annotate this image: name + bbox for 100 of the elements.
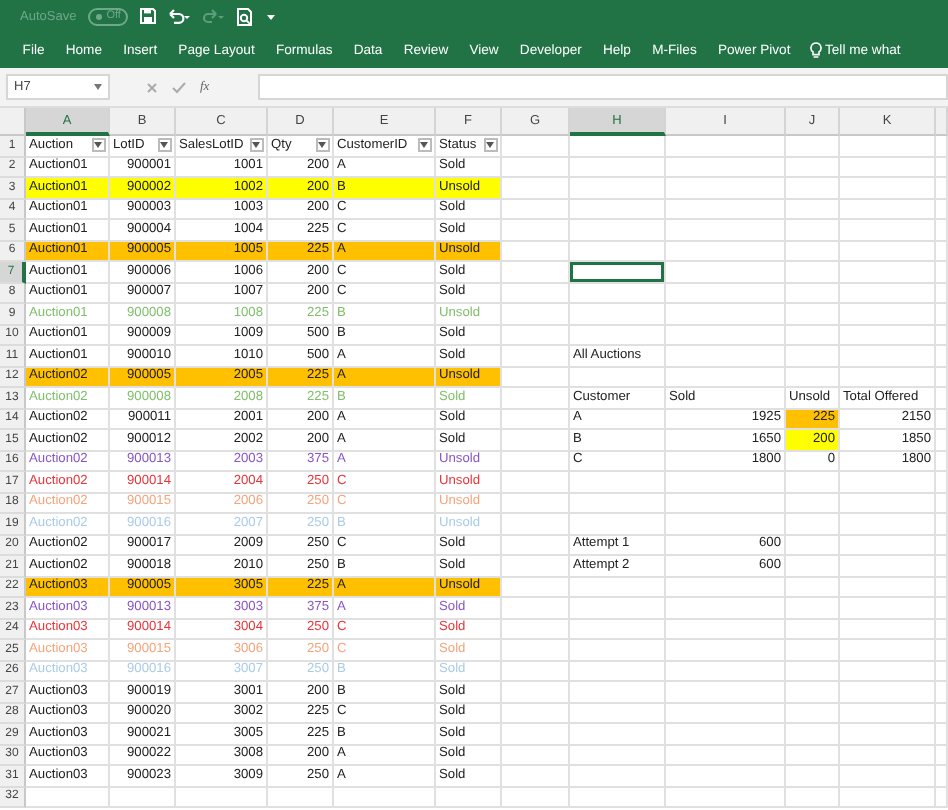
filter-button[interactable] — [249, 138, 263, 153]
check-icon[interactable] — [172, 81, 186, 93]
empty-cell — [502, 787, 570, 808]
formula-input[interactable] — [258, 74, 948, 100]
empty-cell — [840, 556, 936, 577]
empty-cell — [502, 535, 570, 556]
empty-cell — [786, 346, 840, 367]
empty-cell — [840, 262, 936, 283]
filter-button[interactable] — [91, 138, 105, 153]
empty-cell — [840, 640, 936, 661]
empty-cell — [786, 493, 840, 514]
undo-icon[interactable] — [168, 8, 191, 24]
empty-cell — [502, 220, 570, 241]
empty-cell — [786, 325, 840, 346]
empty-cell — [502, 388, 570, 409]
empty-cell — [840, 220, 936, 241]
empty-cell — [570, 703, 666, 724]
empty-cell — [840, 535, 936, 556]
empty-cell — [570, 367, 666, 388]
empty-cell — [786, 535, 840, 556]
empty-cell — [570, 157, 666, 178]
empty-cell — [502, 430, 570, 451]
empty-cell — [786, 766, 840, 787]
empty-cell — [570, 766, 666, 787]
empty-cell — [502, 451, 570, 472]
empty-cell — [840, 283, 936, 304]
empty-cell — [570, 220, 666, 241]
empty-cell — [570, 472, 666, 493]
filter-button[interactable] — [315, 138, 329, 153]
empty-cell — [110, 787, 176, 808]
empty-cell — [786, 598, 840, 619]
empty-cell — [502, 766, 570, 787]
empty-cell — [176, 787, 268, 808]
empty-cell — [666, 577, 786, 598]
lightbulb-icon — [809, 42, 821, 58]
empty-cell — [666, 241, 786, 262]
empty-cell — [502, 661, 570, 682]
filter-button[interactable] — [417, 138, 431, 153]
empty-cell — [502, 556, 570, 577]
empty-cell — [840, 619, 936, 640]
empty-cell — [570, 682, 666, 703]
empty-cell — [570, 136, 666, 157]
empty-cell — [666, 472, 786, 493]
empty-cell — [666, 703, 786, 724]
empty-cell — [570, 619, 666, 640]
empty-cell — [840, 136, 936, 157]
empty-cell — [570, 640, 666, 661]
empty-cell — [666, 283, 786, 304]
empty-cell — [570, 577, 666, 598]
empty-cell — [840, 661, 936, 682]
empty-cell — [666, 157, 786, 178]
empty-cell — [786, 367, 840, 388]
filter-button[interactable] — [157, 138, 171, 153]
empty-cell — [502, 346, 570, 367]
empty-cell — [502, 157, 570, 178]
empty-cell — [666, 640, 786, 661]
empty-cell — [666, 304, 786, 325]
empty-cell — [666, 346, 786, 367]
customize-caret-icon[interactable] — [266, 11, 277, 21]
empty-cell — [786, 682, 840, 703]
empty-cell — [840, 787, 936, 808]
empty-cell — [666, 220, 786, 241]
empty-cell — [840, 577, 936, 598]
empty-cell — [570, 514, 666, 535]
empty-cell — [840, 745, 936, 766]
empty-cell — [840, 514, 936, 535]
selected-cell[interactable] — [570, 262, 666, 283]
print-preview-icon[interactable] — [236, 7, 255, 25]
empty-cell — [840, 346, 936, 367]
empty-cell — [786, 640, 840, 661]
filter-button[interactable] — [483, 138, 497, 153]
empty-cell — [570, 724, 666, 745]
empty-cell — [666, 199, 786, 220]
empty-cell — [786, 304, 840, 325]
empty-cell — [502, 619, 570, 640]
empty-cell — [840, 766, 936, 787]
empty-cell — [666, 598, 786, 619]
empty-cell — [666, 136, 786, 157]
empty-cell — [786, 556, 840, 577]
empty-cell — [786, 178, 840, 199]
empty-cell — [570, 745, 666, 766]
empty-cell — [570, 493, 666, 514]
empty-cell — [840, 493, 936, 514]
empty-cell — [570, 325, 666, 346]
empty-cell — [570, 661, 666, 682]
empty-cell — [840, 598, 936, 619]
empty-cell — [502, 262, 570, 283]
empty-cell — [786, 787, 840, 808]
empty-cell — [570, 199, 666, 220]
empty-cell — [786, 661, 840, 682]
empty-cell — [786, 577, 840, 598]
empty-cell — [570, 598, 666, 619]
empty-cell — [786, 136, 840, 157]
empty-cell — [502, 703, 570, 724]
empty-cell — [786, 724, 840, 745]
empty-cell — [436, 787, 502, 808]
empty-cell — [666, 619, 786, 640]
empty-cell — [502, 325, 570, 346]
empty-cell — [502, 493, 570, 514]
save-icon[interactable] — [140, 8, 157, 24]
